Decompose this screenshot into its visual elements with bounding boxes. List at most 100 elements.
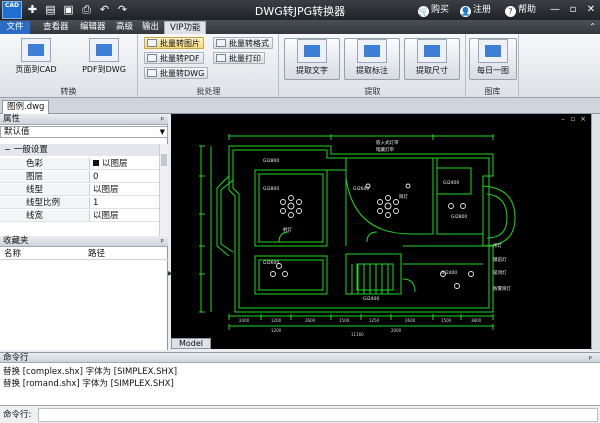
app-logo: CAD: [2, 1, 22, 19]
command-log: 替换 [complex.shx] 字体为 [SIMPLEX.SHX] 替换 [r…: [0, 363, 600, 405]
property-key: 线宽: [0, 210, 90, 222]
purchase-button[interactable]: 🛒 购买: [418, 3, 449, 17]
property-value-text: 以图层: [102, 159, 128, 169]
save-icon[interactable]: ▣: [62, 3, 75, 16]
document-tab[interactable]: 图例.dwg: [2, 100, 50, 114]
cad-note: 防雾筒灯: [493, 285, 511, 292]
cad-viewport[interactable]: GI2800 GI2600 GI2400 GI2800 GI2600 GI240…: [171, 114, 591, 349]
viewport-restore-icon[interactable]: ▫: [569, 115, 577, 123]
page-to-cad-icon: [21, 38, 51, 62]
pdf-to-dwg-label: PDF到DWG: [82, 65, 126, 74]
group-extract: 提取文字 提取标注 提取尺寸 提取: [280, 34, 466, 98]
extract-text-button[interactable]: 提取文字: [284, 38, 340, 80]
property-value[interactable]: 1: [90, 197, 160, 209]
viewport-minimize-icon[interactable]: –: [559, 115, 567, 123]
batch-to-dwg-button[interactable]: 批量转DWG: [144, 67, 209, 79]
properties-scrollbar[interactable]: [159, 144, 168, 236]
cad-note: 暗藏灯带: [376, 146, 394, 153]
dim-label: 1200: [271, 328, 282, 333]
property-value[interactable]: 以图层: [90, 210, 160, 222]
section-general-label: 一般设置: [13, 145, 48, 155]
property-row: 线宽 以图层: [0, 210, 160, 222]
extract-annotation-button[interactable]: 提取标注: [344, 38, 400, 80]
file-menu[interactable]: 文件: [0, 21, 30, 34]
command-header: 命令行 ᵖ: [0, 352, 600, 363]
tab-vip[interactable]: VIP功能: [164, 21, 207, 34]
property-key: 色彩: [0, 158, 90, 170]
pin-icon[interactable]: ᵖ: [161, 114, 164, 125]
format-icon: [216, 39, 226, 47]
dim-label: 3800: [471, 318, 482, 323]
property-row: 图层 0: [0, 171, 160, 183]
dim-label: 2600: [405, 318, 416, 323]
maximize-icon[interactable]: ▫: [566, 3, 580, 16]
tab-advanced[interactable]: 高级: [111, 21, 138, 34]
app-window: CAD ✚ ▤ ▣ ⎙ ↶ ↷ DWG转JPG转换器 🛒 购买 👤 注册 ? 帮助 —…: [0, 0, 600, 423]
chevron-down-icon: ▼: [159, 128, 165, 136]
close-icon[interactable]: ✕: [584, 3, 598, 16]
model-tab[interactable]: Model: [171, 338, 211, 349]
daily-drawing-icon: [478, 39, 508, 63]
dim-label: 1500: [441, 318, 452, 323]
column-path[interactable]: 路径: [88, 248, 105, 260]
batch-to-pdf-button[interactable]: 批量转PDF: [144, 52, 204, 64]
scroll-thumb[interactable]: [161, 154, 167, 166]
cad-note: 镜前灯: [493, 256, 507, 263]
batch-to-format-button[interactable]: 批量转格式: [213, 37, 273, 49]
extract-dimension-icon: [417, 39, 447, 63]
color-swatch-icon: [93, 160, 99, 166]
ribbon-collapse-icon[interactable]: ⌃: [589, 22, 596, 31]
dim-label: 1200: [271, 318, 282, 323]
extract-annotation-label: 提取标注: [356, 66, 388, 75]
window-title: DWG转JPG转换器: [254, 5, 346, 18]
command-input[interactable]: [38, 408, 598, 422]
redo-icon[interactable]: ↷: [116, 3, 129, 16]
help-button[interactable]: ? 帮助: [505, 3, 536, 17]
pdf-icon: [147, 54, 157, 62]
pdf-to-dwg-icon: [89, 38, 119, 62]
cad-drawing: GI2800 GI2600 GI2400 GI2800 GI2600 GI240…: [199, 134, 516, 337]
tab-output[interactable]: 输出: [137, 21, 164, 34]
daily-drawing-button[interactable]: 每日一图: [469, 38, 517, 80]
print-icon[interactable]: ⎙: [80, 3, 93, 16]
daily-drawing-label: 每日一图: [477, 66, 509, 75]
properties-title: 属性: [3, 114, 21, 124]
room-label: GI2400: [363, 296, 379, 302]
properties-select[interactable]: 默认值 ▼: [0, 126, 168, 138]
dim-label: 1250: [369, 318, 380, 323]
property-value[interactable]: 0: [90, 171, 160, 183]
room-label: GI2600: [353, 186, 369, 192]
dim-label: 2600: [305, 318, 316, 323]
help-label: 帮助: [518, 5, 537, 15]
batch-print-button[interactable]: 批量打印: [213, 52, 265, 64]
viewport-scrollbar[interactable]: [591, 114, 600, 350]
dwg-icon: [147, 69, 157, 77]
cad-note: 筒灯: [399, 193, 408, 200]
undo-icon[interactable]: ↶: [98, 3, 111, 16]
minimize-icon[interactable]: —: [548, 3, 562, 16]
extract-text-icon: [297, 39, 327, 63]
group-convert-label: 转换: [60, 87, 77, 96]
property-value[interactable]: 以图层: [90, 184, 160, 196]
column-name[interactable]: 名称: [4, 248, 21, 260]
page-to-cad-button[interactable]: 页面到CAD: [8, 38, 64, 80]
section-general[interactable]: − 一般设置: [0, 144, 168, 156]
tab-editor[interactable]: 编辑器: [75, 21, 111, 34]
property-value[interactable]: 以图层: [90, 158, 160, 170]
new-icon[interactable]: ✚: [26, 3, 39, 16]
pin-icon[interactable]: ᵖ: [161, 236, 164, 247]
pdf-to-dwg-button[interactable]: PDF到DWG: [76, 38, 132, 80]
batch-to-format-label: 批量转格式: [229, 39, 269, 48]
room-label: GI2600: [263, 260, 279, 266]
register-button[interactable]: 👤 注册: [460, 3, 491, 17]
extract-annotation-icon: [357, 39, 387, 63]
document-tabs: 图例.dwg: [0, 98, 600, 114]
extract-dimension-button[interactable]: 提取尺寸: [404, 38, 460, 80]
property-row: 线型比例 1: [0, 197, 160, 209]
viewport-close-icon[interactable]: ×: [579, 115, 587, 123]
batch-to-image-button[interactable]: 批量转图片: [144, 37, 204, 49]
cad-note: 射灯: [283, 226, 292, 233]
tab-viewer[interactable]: 查看器: [38, 21, 74, 34]
property-key: 图层: [0, 171, 90, 183]
open-icon[interactable]: ▤: [44, 3, 57, 16]
